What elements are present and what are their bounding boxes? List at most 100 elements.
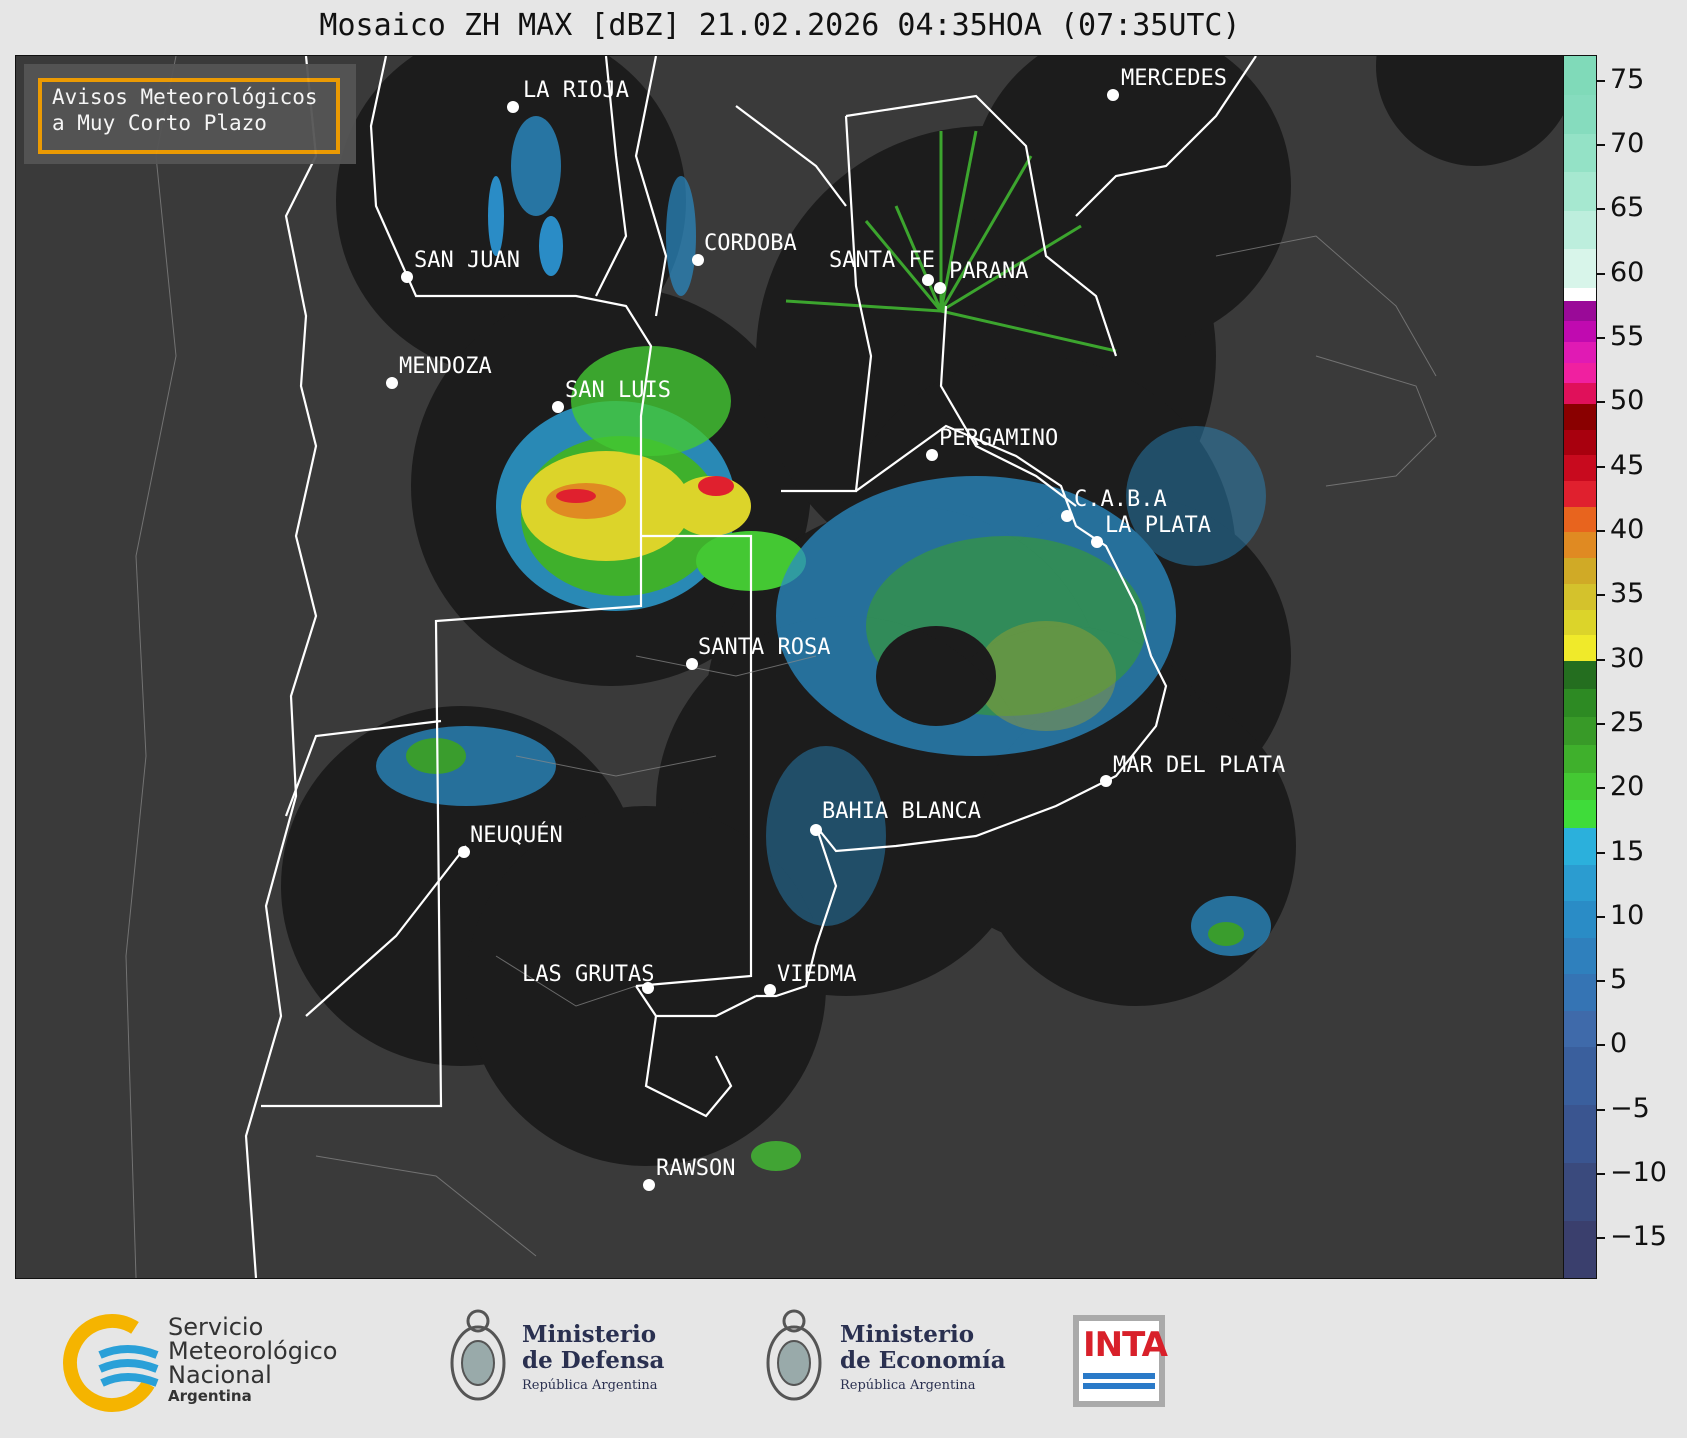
city-dot-mendoza xyxy=(386,377,398,389)
colorbar-tick-label: 10 xyxy=(1610,899,1645,931)
colorbar-tick-label: 15 xyxy=(1610,835,1645,867)
colorbar-tick-label: 70 xyxy=(1610,128,1645,160)
city-dot-caba xyxy=(1061,510,1073,522)
colorbar-segment xyxy=(1564,688,1596,717)
city-dot-cordoba xyxy=(692,254,704,266)
colorbar-segment xyxy=(1564,772,1596,801)
inta-logo: INTA xyxy=(1073,1315,1168,1407)
colorbar-segment xyxy=(1564,429,1596,456)
city-dot-rawson xyxy=(643,1179,655,1191)
colorbar-segment xyxy=(1564,744,1596,773)
colorbar-segment xyxy=(1564,320,1596,343)
city-label-la-rioja: LA RIOJA xyxy=(523,78,629,103)
footer-logos: Servicio Meteorológico Nacional Argentin… xyxy=(0,1277,1687,1438)
colorbar-tick-label: 55 xyxy=(1610,320,1645,352)
radar-map[interactable]: Avisos Meteorológicos a Muy Corto Plazo … xyxy=(15,55,1565,1279)
colorbar-tick xyxy=(1596,1044,1605,1047)
colorbar-tick xyxy=(1596,272,1605,275)
colorbar-tick xyxy=(1596,980,1605,983)
colorbar-tick-label: 75 xyxy=(1610,63,1645,95)
colorbar-segment xyxy=(1564,300,1596,322)
city-label-pergamino: PERGAMINO xyxy=(939,426,1059,451)
smn-line4: Argentina xyxy=(168,1387,252,1405)
colorbar-tick xyxy=(1596,1173,1605,1176)
colorbar-segment xyxy=(1564,973,1596,1011)
colorbar-segment xyxy=(1564,827,1596,865)
colorbar-tick xyxy=(1596,915,1605,918)
colorbar-segment xyxy=(1564,900,1596,938)
city-label-las-grutas: LAS GRUTAS xyxy=(522,962,655,987)
city-label-cordoba: CORDOBA xyxy=(704,231,797,256)
city-dot-la-plata xyxy=(1091,536,1103,548)
colorbar-segment xyxy=(1564,248,1596,289)
notice-line1: Avisos Meteorológicos xyxy=(52,85,318,109)
map-title: Mosaico ZH MAX [dBZ] 21.02.2026 04:35HOA… xyxy=(319,8,1241,43)
city-label-parana: PARANA xyxy=(949,259,1029,284)
city-label-rawson: RAWSON xyxy=(656,1156,736,1181)
colorbar-segment xyxy=(1564,94,1596,134)
colorbar-tick-label: −10 xyxy=(1610,1157,1667,1189)
defensa-line2: de Defensa xyxy=(522,1347,665,1374)
city-dot-bahia-blanca xyxy=(810,824,822,836)
colorbar-segment xyxy=(1564,1104,1596,1163)
colorbar-tick xyxy=(1596,787,1605,790)
city-dot-santa-rosa xyxy=(686,658,698,670)
economia-line1: Ministerio xyxy=(840,1321,975,1348)
city-label-san-luis: SAN LUIS xyxy=(565,378,671,403)
city-label-santa-fe: SANTA FE xyxy=(829,248,935,273)
notice-box: Avisos Meteorológicos a Muy Corto Plazo xyxy=(24,64,356,164)
colorbar-tick-label: 5 xyxy=(1610,964,1628,996)
economia-line2: de Economía xyxy=(840,1347,1006,1374)
economia-coat-of-arms-icon xyxy=(766,1309,822,1401)
colorbar-tick xyxy=(1596,336,1605,339)
colorbar-segment xyxy=(1564,362,1596,384)
city-label-la-plata: LA PLATA xyxy=(1105,513,1211,538)
colorbar-segment xyxy=(1564,609,1596,636)
inta-text: INTA xyxy=(1083,1325,1168,1365)
smn-logo-icon xyxy=(63,1314,161,1412)
colorbar-segment xyxy=(1564,454,1596,481)
colorbar-tick xyxy=(1596,144,1605,147)
colorbar-tick-label: 25 xyxy=(1610,706,1645,738)
colorbar-segment xyxy=(1564,660,1596,689)
notice-border: Avisos Meteorológicos a Muy Corto Plazo xyxy=(38,78,340,154)
colorbar-tick xyxy=(1596,208,1605,211)
colorbar-segment xyxy=(1564,937,1596,975)
colorbar-tick xyxy=(1596,401,1605,404)
city-dot-san-juan xyxy=(401,271,413,283)
colorbar-tick xyxy=(1596,851,1605,854)
city-label-bahia-blanca: BAHIA BLANCA xyxy=(822,799,981,824)
colorbar-segment xyxy=(1564,480,1596,507)
colorbar-segment xyxy=(1564,557,1596,584)
city-dot-pergamino xyxy=(926,449,938,461)
colorbar-tick xyxy=(1596,529,1605,532)
colorbar-segment xyxy=(1564,716,1596,745)
city-dot-santa-fe xyxy=(922,274,934,286)
colorbar-segment xyxy=(1564,56,1596,96)
colorbar-segment xyxy=(1564,341,1596,363)
city-dot-neuquen xyxy=(458,846,470,858)
colorbar-tick-label: −5 xyxy=(1610,1092,1650,1124)
colorbar-segment xyxy=(1564,403,1596,430)
defensa-line1: Ministerio xyxy=(522,1321,657,1348)
colorbar-tick-label: 65 xyxy=(1610,192,1645,224)
colorbar-segment xyxy=(1564,287,1596,301)
colorbar-segment xyxy=(1564,210,1596,250)
city-label-santa-rosa: SANTA ROSA xyxy=(698,635,831,660)
city-dot-parana xyxy=(934,282,946,294)
colorbar-tick xyxy=(1596,658,1605,661)
colorbar-tick-label: 20 xyxy=(1610,771,1645,803)
colorbar-tick-label: 35 xyxy=(1610,578,1645,610)
colorbar-tick-label: 40 xyxy=(1610,513,1645,545)
colorbar-tick-label: 45 xyxy=(1610,449,1645,481)
smn-line3: Nacional xyxy=(168,1361,272,1389)
city-label-mendoza: MENDOZA xyxy=(399,354,492,379)
colorbar-tick-label: 0 xyxy=(1610,1028,1628,1060)
city-label-san-juan: SAN JUAN xyxy=(414,248,520,273)
colorbar-segment xyxy=(1564,1220,1596,1279)
city-label-caba: C.A.B.A xyxy=(1074,487,1167,512)
dbz-colorbar xyxy=(1563,55,1597,1279)
city-dot-viedma xyxy=(764,984,776,996)
colorbar-tick-label: −15 xyxy=(1610,1221,1667,1253)
city-label-mar-del-plata: MAR DEL PLATA xyxy=(1113,753,1286,778)
